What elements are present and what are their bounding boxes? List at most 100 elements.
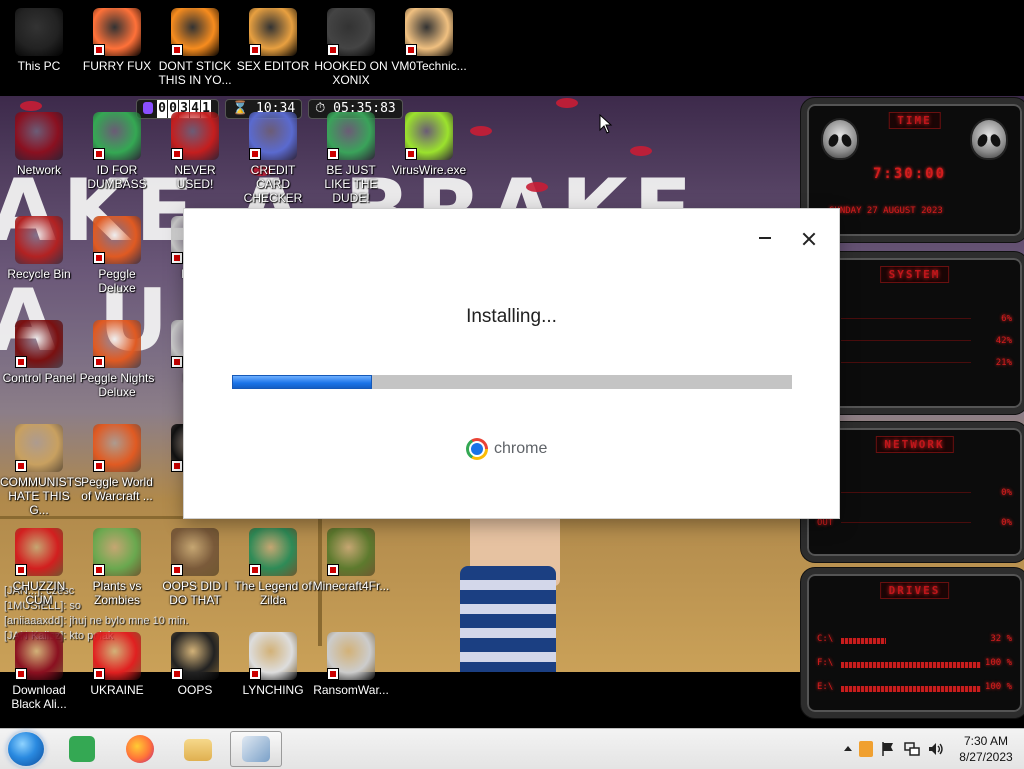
- desktop-icon-money-bag[interactable]: COMMUNISTS HATE THIS G...: [0, 424, 82, 517]
- shortcut-arrow-icon: [405, 44, 417, 56]
- desktop-icon-control-panel[interactable]: Control Panel: [0, 320, 78, 385]
- shortcut-arrow-icon: [93, 148, 105, 160]
- desktop-icon-firefox[interactable]: FURRY FUX: [78, 8, 156, 73]
- desktop-icon-chuzzle[interactable]: CHUZZIN CUM: [0, 528, 78, 607]
- shortcut-arrow-icon: [171, 252, 183, 264]
- volume-icon[interactable]: [927, 740, 945, 758]
- desktop-icon-label: BE JUST LIKE THE DUDE!: [324, 163, 378, 205]
- taskbar: 7:30 AM 8/27/2023: [0, 728, 1024, 769]
- lime-icon: [405, 112, 453, 160]
- shortcut-arrow-icon: [249, 668, 261, 680]
- widget-row-value: 21%: [995, 358, 1012, 368]
- shortcut-arrow-icon: [327, 564, 339, 576]
- desktop-icon-radiation[interactable]: UKRAINE: [78, 632, 156, 697]
- red-dot: [526, 182, 548, 192]
- shortcut-arrow-icon: [93, 564, 105, 576]
- desktop-icon-recycle-bin[interactable]: Recycle Bin: [0, 216, 78, 281]
- shortcut-arrow-icon: [405, 148, 417, 160]
- taskbar-clock[interactable]: 7:30 AM 8/27/2023: [948, 733, 1024, 765]
- desktop-icon-network[interactable]: Network: [0, 112, 78, 177]
- peggle-icon: [93, 216, 141, 264]
- desktop-icon-label: Peggle Nights Deluxe: [79, 371, 155, 399]
- desktop-icon-maze-game[interactable]: HOOKED ON XONIX: [312, 8, 390, 87]
- google-forms-icon: [93, 112, 141, 160]
- zelda-icon: [249, 528, 297, 576]
- peggle-nights-icon: [93, 320, 141, 368]
- desktop-icon-black-alien[interactable]: Download Black Ali...: [0, 632, 78, 711]
- desktop-icon-doctor[interactable]: VM0Technic...: [390, 8, 468, 73]
- maze-game-icon: [327, 8, 375, 56]
- clock-date: 8/27/2023: [959, 750, 1013, 764]
- show-hidden-icons-icon[interactable]: [843, 740, 853, 758]
- desktop-icon-peggle[interactable]: Peggle Deluxe: [78, 216, 156, 295]
- desktop-icon-dev-cpp[interactable]: NEVER USED!: [156, 112, 234, 191]
- this-pc-icon: [15, 8, 63, 56]
- taskbar-installer[interactable]: [230, 731, 282, 767]
- firefox-icon: [93, 8, 141, 56]
- desktop-icon-oops-file[interactable]: OOPS: [156, 632, 234, 697]
- desktop-icon-label: The Legend of Zilda: [234, 579, 312, 607]
- desktop-icon-label: FURRY FUX: [82, 59, 152, 73]
- widget-date: SUNDAY 27 AUGUST 2023: [829, 206, 943, 216]
- widget-row-label: C:\: [817, 634, 834, 644]
- desktop-icon-noose[interactable]: LYNCHING: [234, 632, 312, 697]
- shortcut-arrow-icon: [249, 148, 261, 160]
- desktop-icon-label: OOPS DID I DO THAT: [162, 579, 228, 607]
- flag-icon[interactable]: [879, 740, 897, 758]
- desktop-icon-portrait[interactable]: OOPS DID I DO THAT: [156, 528, 234, 607]
- shortcut-arrow-icon: [93, 460, 105, 472]
- desktop-icon-label: ID FOR DUMBASS: [87, 163, 147, 191]
- recycle-bin-icon: [15, 216, 63, 264]
- time-widget-title: TIME: [888, 112, 941, 129]
- desktop-icon-vlc[interactable]: DONT STICK THIS IN YO...: [156, 8, 234, 87]
- chrome-installer-window: Installing... chrome: [184, 209, 839, 518]
- shortcut-arrow-icon: [249, 44, 261, 56]
- desktop-icon-label: COMMUNISTS HATE THIS G...: [0, 475, 82, 517]
- desktop-icon-this-pc[interactable]: This PC: [0, 8, 78, 73]
- desktop-icon-credit-card[interactable]: CREDIT CARD CHECKER: [234, 112, 312, 205]
- desktop-icon-label: This PC: [17, 59, 61, 73]
- dev-cpp-icon: [171, 112, 219, 160]
- desktop-icon-hex-editor[interactable]: SEX EDITOR: [234, 8, 312, 73]
- desktop-icon-zelda[interactable]: The Legend of Zilda: [234, 528, 312, 607]
- desktop-icon-peggle-world[interactable]: Peggle World of Warcraft ...: [78, 424, 156, 503]
- widget-row-value: 0%: [1001, 518, 1012, 528]
- shortcut-arrow-icon: [171, 668, 183, 680]
- desktop-icon-label: HOOKED ON XONIX: [314, 59, 388, 87]
- desktop-icon-label: Network: [16, 163, 61, 177]
- desktop-icon-plants-vs-zombies[interactable]: Plants vs Zombies: [78, 528, 156, 607]
- desktop-icon-minecraft[interactable]: Minecraft4Fr...: [312, 528, 390, 593]
- minimize-button[interactable]: [753, 226, 777, 250]
- desktop-icon-santa[interactable]: BE JUST LIKE THE DUDE!: [312, 112, 390, 205]
- taskbar-firefox[interactable]: [114, 731, 166, 767]
- system-tray: 7:30 AM 8/27/2023: [840, 729, 1024, 769]
- notification-app-icon[interactable]: [859, 741, 873, 757]
- desktop-icon-label: UKRAINE: [90, 683, 144, 697]
- close-button[interactable]: [796, 226, 822, 252]
- chrome-logo-icon: [466, 438, 488, 460]
- hex-editor-icon: [249, 8, 297, 56]
- radiation-icon: [93, 632, 141, 680]
- desktop-icon-label: RansomWar...: [313, 683, 389, 697]
- shortcut-arrow-icon: [93, 668, 105, 680]
- desktop-icon-peggle-nights[interactable]: Peggle Nights Deluxe: [78, 320, 156, 399]
- start-button[interactable]: [8, 732, 44, 766]
- peggle-world-icon: [93, 424, 141, 472]
- graph-line: [841, 340, 971, 341]
- usage-bar: [841, 638, 886, 644]
- santa-icon: [327, 112, 375, 160]
- taskbar-file-explorer[interactable]: [172, 731, 224, 767]
- install-progress-bar: [232, 375, 792, 389]
- desktop-icon-label: Peggle Deluxe: [98, 267, 136, 295]
- network-status-icon[interactable]: [903, 740, 921, 758]
- black-alien-icon: [15, 632, 63, 680]
- desktop-icon-google-forms[interactable]: ID FOR DUMBASS: [78, 112, 156, 191]
- desktop-icon-skull[interactable]: RansomWar...: [312, 632, 390, 697]
- taskbar-google-forms[interactable]: [56, 731, 108, 767]
- doctor-icon: [405, 8, 453, 56]
- shortcut-arrow-icon: [93, 252, 105, 264]
- system-widget-title: SYSTEM: [879, 266, 950, 283]
- desktop-icon-lime[interactable]: VirusWire.exe: [390, 112, 468, 177]
- shortcut-arrow-icon: [15, 356, 27, 368]
- desktop-icon-label: LYNCHING: [242, 683, 304, 697]
